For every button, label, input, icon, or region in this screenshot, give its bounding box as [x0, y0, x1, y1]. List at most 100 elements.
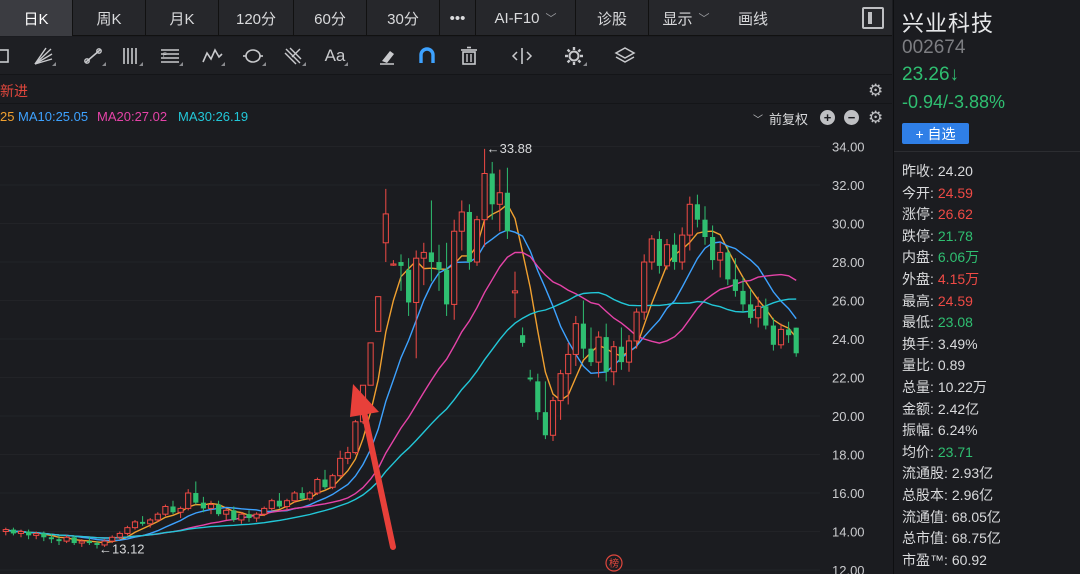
candle-body: [17, 531, 25, 534]
more-periods-button[interactable]: •••: [440, 0, 476, 36]
tab-60min[interactable]: 60分: [294, 0, 367, 36]
settings-icon[interactable]: [559, 43, 589, 69]
ai-f10-dropdown[interactable]: AI-F10 ﹀: [476, 0, 576, 36]
wave-icon[interactable]: [197, 43, 227, 69]
trash-icon[interactable]: [454, 43, 484, 69]
chevron-down-icon[interactable]: ﹀: [753, 111, 763, 126]
rectangle-icon[interactable]: [0, 43, 18, 69]
candle: [154, 512, 161, 522]
ruler-icon[interactable]: [507, 43, 537, 69]
candle: [276, 493, 282, 509]
stat-value: 60.92: [951, 551, 987, 568]
low-marker-label: ←13.12: [99, 541, 145, 556]
y-tick-label: 28.00: [832, 255, 865, 270]
candle-body: [154, 513, 161, 521]
zoom-out-icon[interactable]: −: [844, 110, 859, 125]
candle: [618, 327, 624, 370]
gear-icon[interactable]: ⚙: [868, 81, 883, 101]
ma-legend-strip: 25 MA10:25.05 MA20:27.02 MA30:26.19 ﹀ 前复…: [0, 105, 892, 129]
tab-weekly-k[interactable]: 周K: [73, 0, 146, 36]
candle: [200, 496, 206, 513]
y-tick-label: 30.00: [832, 217, 865, 232]
fibonacci-icon[interactable]: F: [155, 43, 185, 69]
gann-icon[interactable]: [278, 43, 308, 69]
zoom-in-icon[interactable]: +: [820, 110, 835, 125]
candle-body: [283, 500, 291, 507]
candle: [261, 506, 268, 517]
stat-label: 流通股:: [902, 465, 948, 482]
panel-toggle-icon[interactable]: [862, 7, 884, 29]
candle-body: [603, 337, 609, 372]
stat-label: 跌停:: [902, 227, 934, 244]
fan-icon[interactable]: [28, 43, 58, 69]
draw-line-button[interactable]: 画线: [723, 0, 783, 36]
stat-label: 振幅:: [902, 422, 934, 439]
candle-body: [185, 492, 192, 509]
candle: [398, 254, 404, 291]
add-watchlist-button[interactable]: + 自选: [902, 123, 969, 144]
candle-body: [246, 514, 252, 519]
magnet-icon[interactable]: [412, 43, 442, 69]
candle: [367, 342, 374, 386]
candle: [413, 250, 420, 359]
candle: [641, 254, 648, 320]
candle: [436, 244, 442, 291]
arrow-annotation-icon: [350, 384, 396, 550]
candle: [451, 219, 458, 320]
rank-badge-label: 榜: [609, 557, 619, 570]
candle: [177, 506, 184, 519]
candle: [580, 300, 586, 359]
stat-label: 市盈™:: [902, 551, 948, 568]
candle: [10, 527, 16, 536]
candle: [770, 317, 776, 351]
candle: [504, 167, 510, 239]
candle-body: [140, 521, 146, 524]
candle-body: [390, 263, 397, 266]
candle: [786, 321, 792, 343]
candle: [557, 369, 564, 420]
candle-body: [520, 335, 526, 343]
stock-code: 002674: [902, 37, 966, 58]
candle-body: [420, 251, 427, 259]
candle: [672, 233, 678, 270]
candle: [420, 242, 427, 286]
stat-label: 总量:: [902, 379, 934, 395]
cycle-icon[interactable]: [238, 43, 268, 69]
candle-body: [702, 219, 708, 238]
candle-body: [375, 296, 382, 332]
stat-row: 总股本: 2.96亿: [902, 485, 993, 505]
candle: [694, 194, 700, 228]
tab-monthly-k[interactable]: 月K: [146, 0, 219, 36]
candle-body: [763, 306, 769, 326]
tab-30min[interactable]: 30分: [367, 0, 440, 36]
tab-120min[interactable]: 120分: [219, 0, 294, 36]
gear-icon[interactable]: ⚙: [868, 108, 883, 128]
stat-row: 最高: 24.59: [902, 291, 973, 311]
candle: [185, 489, 192, 511]
candle-body: [231, 510, 237, 520]
candle-body: [588, 348, 594, 363]
display-dropdown[interactable]: 显示 ﹀: [649, 0, 723, 36]
stat-label: 涨停:: [902, 206, 934, 223]
candle-body: [549, 400, 557, 436]
candlestick-chart[interactable]: 34.00 32.00 30.00 28.00 26.00 24.00 22.00 20.00…: [0, 129, 892, 574]
y-tick-label: 20.00: [832, 409, 865, 424]
tab-daily-k[interactable]: 日K: [0, 0, 73, 36]
text-tool-icon[interactable]: Aa: [320, 43, 350, 69]
last-price: 23.26↓: [902, 64, 960, 85]
candle-body: [352, 421, 359, 454]
candle-body: [367, 342, 374, 386]
y-tick-label: 34.00: [832, 140, 865, 155]
tab-diagnose[interactable]: 诊股: [576, 0, 649, 36]
stat-row: 内盘: 6.06万: [902, 247, 979, 267]
drawing-toolbar: F Aa: [0, 37, 892, 75]
eraser-icon[interactable]: [372, 43, 402, 69]
adjust-mode-dropdown[interactable]: 前复权: [769, 109, 808, 128]
candle-body: [207, 504, 215, 509]
trend-line-icon[interactable]: [78, 43, 108, 69]
candle-body: [770, 325, 776, 345]
parallel-lines-icon[interactable]: [115, 43, 145, 69]
candle: [625, 335, 633, 372]
layers-icon[interactable]: [610, 43, 640, 69]
candle: [299, 487, 305, 501]
